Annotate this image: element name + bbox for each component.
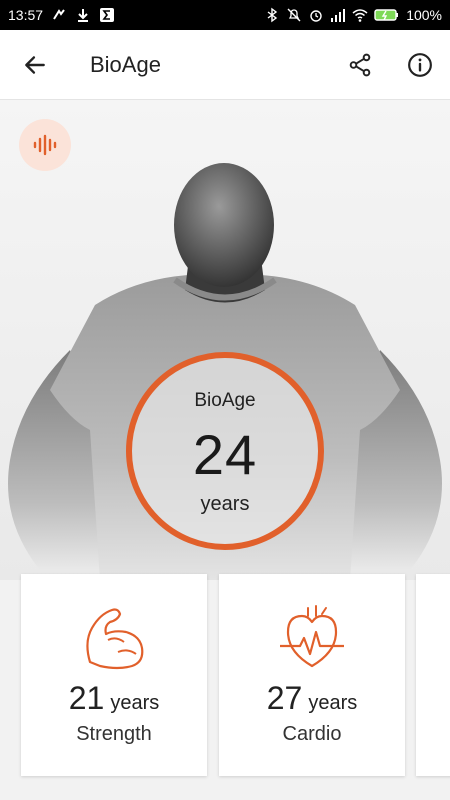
wifi-icon	[352, 7, 368, 23]
back-arrow-icon	[25, 55, 45, 74]
app-bar: BioAge	[0, 30, 450, 100]
page-title: BioAge	[90, 51, 161, 77]
muscle-arm-icon	[86, 608, 144, 670]
next-card-peek[interactable]	[416, 574, 450, 776]
status-left: 13:57	[8, 7, 115, 23]
bioage-ring: BioAge 24 years	[126, 352, 324, 550]
download-icon	[75, 7, 91, 23]
audio-wave-icon	[33, 134, 57, 156]
bioage-value: 24	[192, 423, 258, 486]
alarm-icon	[308, 7, 324, 23]
info-button[interactable]	[390, 30, 450, 100]
bioage-label: BioAge	[194, 390, 256, 411]
back-button[interactable]	[0, 30, 70, 100]
notification-icon	[51, 7, 67, 23]
bioage-unit: years	[200, 493, 250, 515]
bluetooth-icon	[264, 7, 280, 23]
strength-label: Strength	[76, 723, 152, 745]
cardio-value: 27	[266, 680, 303, 716]
sigma-icon	[99, 7, 115, 23]
strength-card[interactable]: 21 years Strength	[21, 574, 207, 776]
status-bar: 13:57 100%	[0, 0, 450, 30]
cardio-unit: years	[308, 692, 358, 714]
hero-section: BioAge 24 years	[0, 100, 450, 580]
cardio-value-row: 27 years	[267, 680, 358, 717]
cardio-label: Cardio	[282, 723, 342, 745]
status-right: 100%	[264, 7, 442, 23]
strength-value-row: 21 years	[69, 680, 160, 717]
battery-icon	[374, 7, 400, 23]
metric-cards: 21 years Strength 27 years Cardio	[0, 574, 450, 800]
status-time: 13:57	[8, 7, 44, 23]
signal-icon	[330, 7, 346, 23]
audio-button[interactable]	[19, 119, 71, 171]
battery-percent: 100%	[406, 7, 442, 23]
screen: 13:57 100% BioAge BioAge 24 years 21 yea…	[0, 0, 450, 800]
strength-unit: years	[110, 692, 160, 714]
heart-pulse-icon	[280, 605, 344, 668]
mute-icon	[286, 7, 302, 23]
share-icon	[349, 53, 371, 76]
strength-value: 21	[68, 680, 105, 716]
info-icon	[408, 52, 432, 77]
cardio-card[interactable]: 27 years Cardio	[219, 574, 405, 776]
share-button[interactable]	[330, 30, 390, 100]
app-actions	[330, 30, 450, 100]
